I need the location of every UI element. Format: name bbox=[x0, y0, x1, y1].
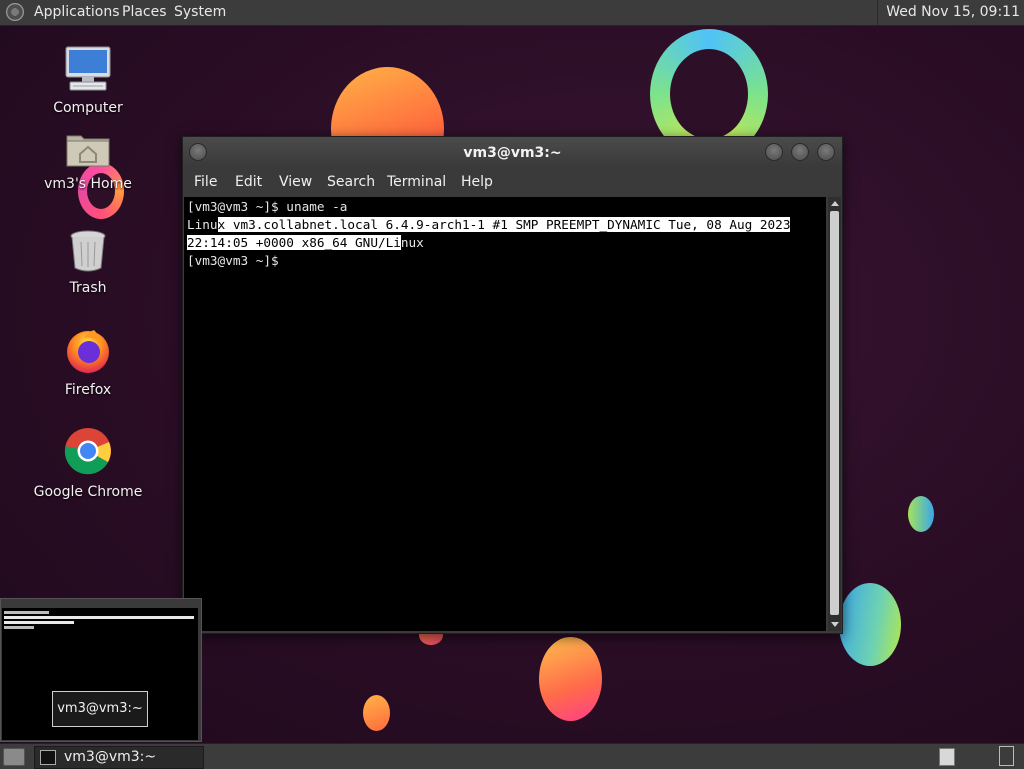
firefox-icon bbox=[67, 330, 109, 373]
clock: Wed Nov 15, 09:11 bbox=[886, 4, 1020, 20]
terminal-scrollbar[interactable] bbox=[828, 197, 841, 631]
close-icon[interactable] bbox=[817, 143, 835, 161]
desktop-icon-chrome[interactable]: Google Chrome bbox=[33, 426, 143, 500]
preview-menubar bbox=[1, 599, 201, 608]
terminal-line-command: [vm3@vm3 ~]$ uname -a bbox=[187, 199, 348, 214]
desktop-icon-label: Trash bbox=[69, 280, 107, 296]
wallpaper-orange-blob-bottom bbox=[539, 637, 602, 721]
system-menu[interactable]: System bbox=[174, 4, 226, 20]
desktop-icon-label: Computer bbox=[53, 100, 123, 116]
preview-title: vm3@vm3:~ bbox=[52, 691, 148, 727]
wallpaper-tiny-blob bbox=[363, 695, 390, 731]
preview-line bbox=[4, 626, 34, 629]
output-text: nux bbox=[400, 235, 424, 250]
menu-search[interactable]: Search bbox=[327, 174, 375, 190]
desktop-icon-computer[interactable]: Computer bbox=[33, 46, 143, 116]
window-titlebar[interactable]: vm3@vm3:~ bbox=[183, 137, 842, 167]
menu-help[interactable]: Help bbox=[461, 174, 493, 190]
window-preview[interactable]: vm3@vm3:~ bbox=[0, 598, 202, 742]
preview-line bbox=[4, 616, 194, 619]
workspace-switcher[interactable] bbox=[939, 748, 955, 766]
terminal-menubar: File Edit View Search Terminal Help bbox=[183, 167, 842, 197]
trash-icon bbox=[70, 230, 106, 272]
desktop-icon-label: Google Chrome bbox=[33, 484, 143, 500]
home-folder-icon bbox=[66, 135, 110, 167]
menu-edit[interactable]: Edit bbox=[235, 174, 262, 190]
show-desktop-icon[interactable] bbox=[3, 748, 25, 766]
taskbar-item-label: vm3@vm3:~ bbox=[64, 749, 157, 765]
selected-text: 22:14:05 +0000 x86_64 GNU/Li bbox=[187, 235, 401, 250]
computer-icon bbox=[65, 46, 111, 91]
desktop-icon-home[interactable]: vm3's Home bbox=[33, 130, 143, 192]
chrome-icon bbox=[64, 428, 111, 475]
bottom-panel: vm3@vm3:~ bbox=[0, 743, 1024, 769]
top-panel: Applications Places System Wed Nov 15, 0… bbox=[0, 0, 1024, 26]
desktop-icon-trash[interactable]: Trash bbox=[33, 230, 143, 296]
output-text: Linu bbox=[187, 217, 218, 232]
terminal-line-output-2: 22:14:05 +0000 x86_64 GNU/Linux bbox=[187, 234, 424, 252]
wallpaper-blue-blob bbox=[839, 583, 901, 666]
places-menu[interactable]: Places bbox=[122, 4, 167, 20]
applications-menu[interactable]: Applications bbox=[34, 4, 120, 20]
terminal-window[interactable]: vm3@vm3:~ File Edit View Search Terminal… bbox=[182, 136, 843, 634]
preview-line bbox=[4, 621, 74, 624]
terminal-line-prompt: [vm3@vm3 ~]$ bbox=[187, 253, 279, 268]
maximize-icon[interactable] bbox=[791, 143, 809, 161]
menu-terminal[interactable]: Terminal bbox=[387, 174, 446, 190]
preview-line bbox=[4, 611, 49, 614]
desktop-icon-firefox[interactable]: Firefox bbox=[33, 326, 143, 398]
terminal-icon bbox=[40, 750, 56, 765]
scroll-up-arrow-icon[interactable] bbox=[831, 201, 839, 206]
scrollbar-thumb[interactable] bbox=[830, 211, 839, 615]
window-title: vm3@vm3:~ bbox=[463, 145, 562, 161]
window-menu-icon[interactable] bbox=[189, 143, 207, 161]
minimize-icon[interactable] bbox=[765, 143, 783, 161]
terminal-output[interactable]: [vm3@vm3 ~]$ uname -a Linux vm3.collabne… bbox=[184, 197, 826, 631]
trash-applet-icon[interactable] bbox=[999, 746, 1014, 766]
terminal-line-output-1: Linux vm3.collabnet.local 6.4.9-arch1-1 … bbox=[187, 216, 791, 234]
desktop-icon-label: vm3's Home bbox=[44, 176, 132, 192]
wallpaper-small-blob bbox=[908, 496, 934, 532]
menu-file[interactable]: File bbox=[194, 174, 217, 190]
scroll-down-arrow-icon[interactable] bbox=[831, 622, 839, 627]
taskbar-item-terminal[interactable]: vm3@vm3:~ bbox=[34, 746, 204, 769]
selected-text: x vm3.collabnet.local 6.4.9-arch1-1 #1 S… bbox=[217, 217, 791, 232]
desktop-icon-label: Firefox bbox=[64, 382, 112, 398]
menu-view[interactable]: View bbox=[279, 174, 312, 190]
clock-applet[interactable]: Wed Nov 15, 09:11 bbox=[877, 0, 1024, 25]
distro-logo-icon[interactable] bbox=[6, 3, 24, 21]
